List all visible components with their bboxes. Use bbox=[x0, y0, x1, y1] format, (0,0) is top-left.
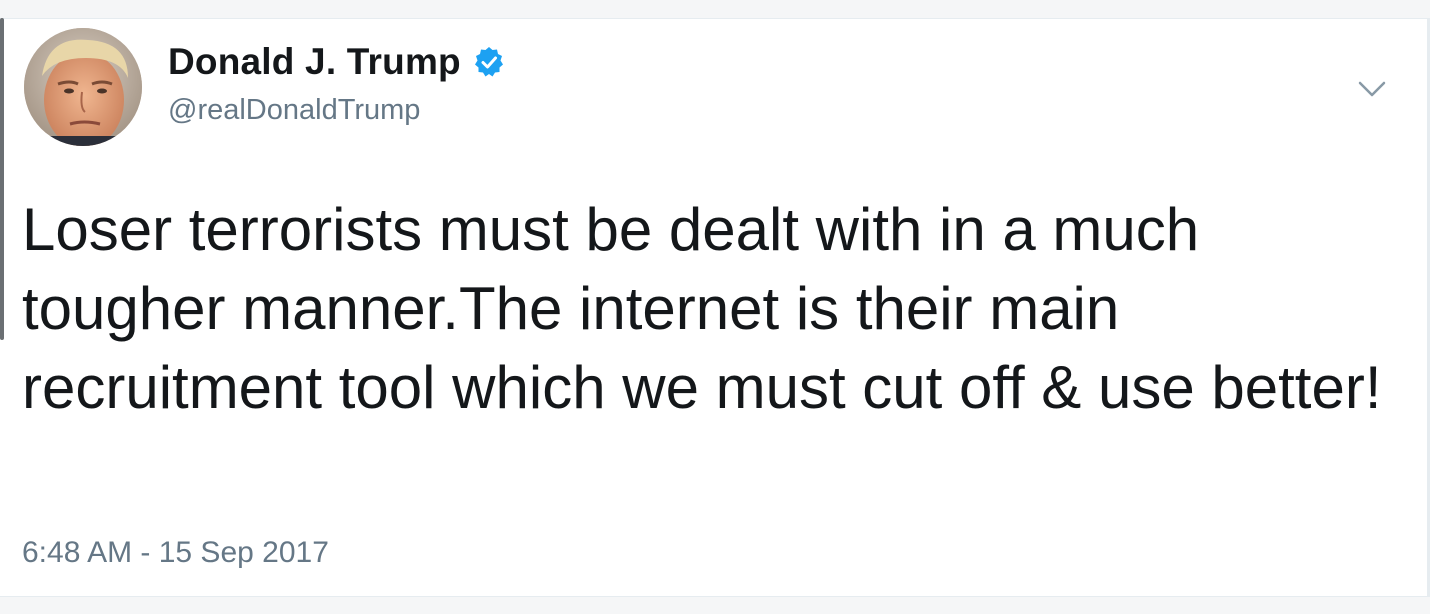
profile-photo-icon bbox=[24, 28, 142, 146]
scrollbar[interactable] bbox=[0, 18, 4, 340]
verified-badge-icon bbox=[473, 46, 505, 78]
tweet-menu-button[interactable] bbox=[1354, 74, 1390, 104]
display-name[interactable]: Donald J. Trump bbox=[168, 41, 461, 83]
tweet-text: Loser terrorists must be dealt with in a… bbox=[22, 196, 1382, 421]
bottom-divider bbox=[0, 596, 1430, 614]
author-name-row: Donald J. Trump bbox=[168, 38, 505, 86]
top-divider bbox=[0, 0, 1430, 19]
tweet-timestamp[interactable]: 6:48 AM - 15 Sep 2017 bbox=[22, 536, 329, 570]
chevron-down-icon bbox=[1358, 81, 1386, 97]
user-handle[interactable]: @realDonaldTrump bbox=[168, 94, 420, 127]
avatar[interactable] bbox=[24, 28, 142, 146]
